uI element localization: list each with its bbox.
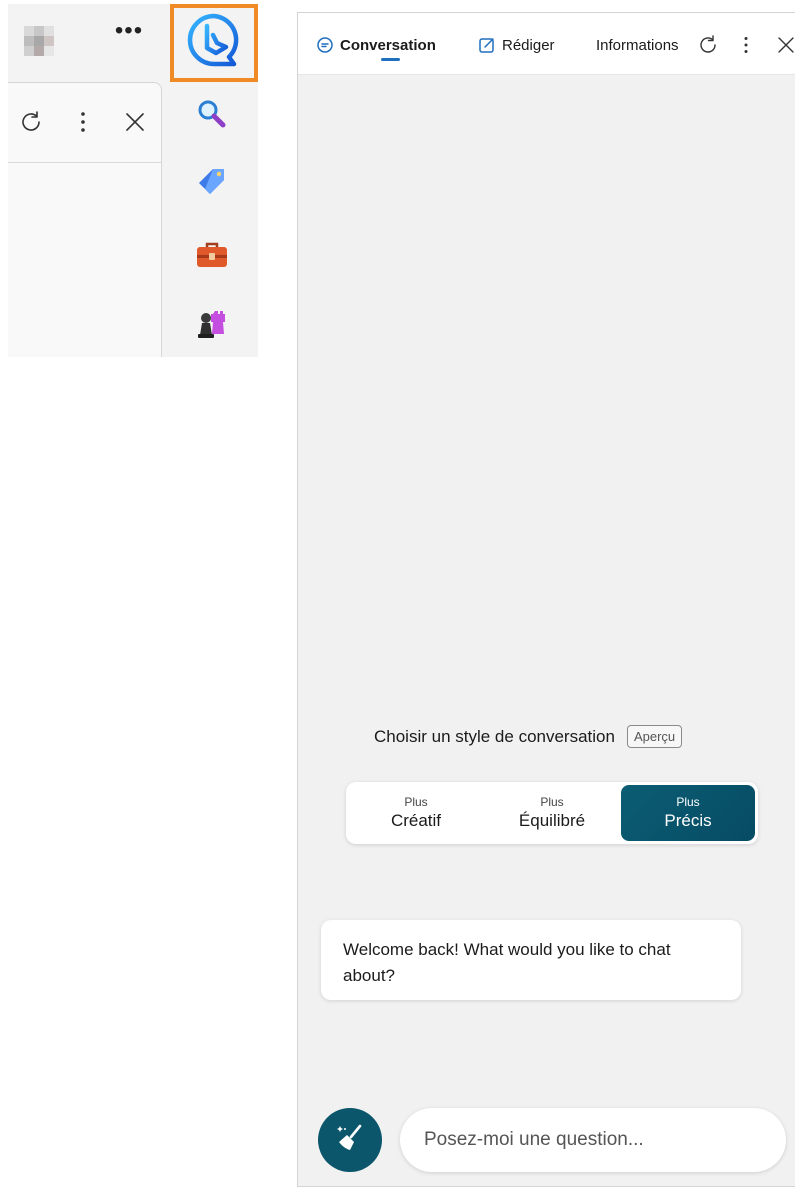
style-option-prefix: Plus [676,794,700,809]
chat-panel: Conversation Rédiger Informations Choisi… [297,12,795,1187]
tab-conversation[interactable]: Conversation [316,33,436,57]
style-option-label: Équilibré [518,810,586,830]
bing-icon [185,12,243,75]
conversation-style-picker: Plus Créatif Plus Équilibré Plus Précis [346,782,758,844]
more-horizontal-icon[interactable]: ••• [112,18,146,52]
style-option-label: Créatif [390,810,442,830]
compose-icon [478,36,496,54]
bing-copilot-button[interactable] [170,4,258,82]
more-vertical-icon[interactable] [732,31,760,59]
style-option-creative[interactable]: Plus Créatif [349,785,483,841]
tab-insights[interactable]: Informations [596,33,679,57]
tag-icon[interactable] [194,164,230,200]
tab-compose[interactable]: Rédiger [478,33,555,57]
chat-bubble-icon [316,36,334,54]
conversation-style-label: Choisir un style de conversation [374,726,615,746]
tab-insights-label: Informations [596,36,679,54]
preview-badge: Aperçu [626,725,683,748]
close-icon[interactable] [118,105,152,139]
ask-input[interactable] [400,1108,786,1172]
chess-icon[interactable] [194,306,230,342]
broom-icon [333,1121,367,1160]
conversation-style-header: Choisir un style de conversation Aperçu [374,725,683,748]
close-icon[interactable] [772,31,795,59]
refresh-icon[interactable] [14,105,48,139]
new-topic-button[interactable] [318,1108,382,1172]
side-pane-toolbar [8,83,161,163]
active-tab-indicator [381,58,400,61]
search-icon[interactable] [194,96,230,132]
side-pane-card [8,82,162,357]
tab-conversation-label: Conversation [340,36,436,54]
toolbox-icon[interactable] [194,238,230,274]
style-option-prefix: Plus [540,794,564,809]
more-vertical-icon[interactable] [66,105,100,139]
style-option-precise[interactable]: Plus Précis [621,785,755,841]
style-option-balanced[interactable]: Plus Équilibré [485,785,619,841]
tab-compose-label: Rédiger [502,36,555,54]
style-option-label: Précis [664,810,712,830]
avatar[interactable] [24,26,62,64]
panel-header: Conversation Rédiger Informations [298,13,795,75]
style-option-prefix: Plus [404,794,428,809]
browser-crop: ••• [8,4,258,357]
refresh-icon[interactable] [694,31,722,59]
welcome-message: Welcome back! What would you like to cha… [321,920,741,1000]
